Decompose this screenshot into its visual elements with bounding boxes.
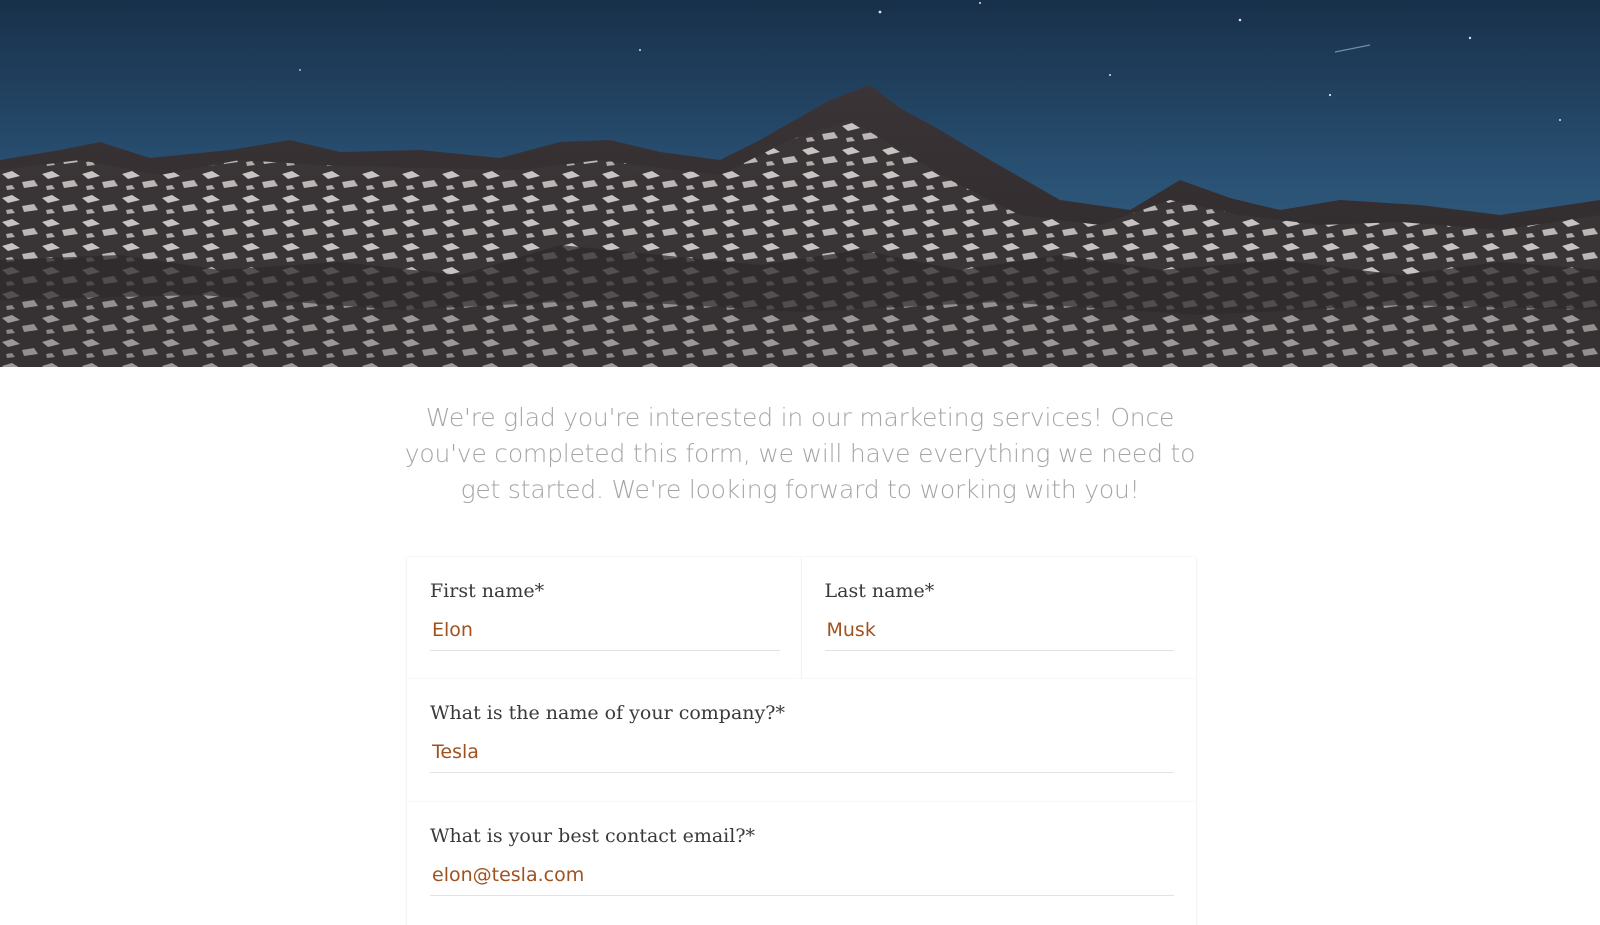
contact-form: First name* Last name* What is the name … xyxy=(407,557,1196,925)
mountain-landscape-image xyxy=(0,0,1600,367)
company-input[interactable] xyxy=(430,739,1174,773)
company-field-card: What is the name of your company?* xyxy=(407,679,1196,802)
last-name-input[interactable] xyxy=(824,617,1174,651)
first-name-field-card: First name* xyxy=(407,557,802,679)
first-name-input[interactable] xyxy=(430,617,780,651)
email-input[interactable] xyxy=(430,862,1174,896)
intro-text: We're glad you're interested in our mark… xyxy=(404,403,1196,504)
name-row: First name* Last name* xyxy=(407,557,1196,679)
company-row: What is the name of your company?* xyxy=(407,679,1196,802)
last-name-label: Last name* xyxy=(824,580,935,602)
email-row: What is your best contact email?* xyxy=(407,802,1196,925)
hero-banner-image xyxy=(0,0,1600,367)
first-name-label: First name* xyxy=(430,580,545,602)
email-field-card: What is your best contact email?* xyxy=(407,802,1196,925)
email-label: What is your best contact email?* xyxy=(430,825,756,847)
company-label: What is the name of your company?* xyxy=(430,702,785,724)
last-name-field-card: Last name* xyxy=(801,557,1196,679)
